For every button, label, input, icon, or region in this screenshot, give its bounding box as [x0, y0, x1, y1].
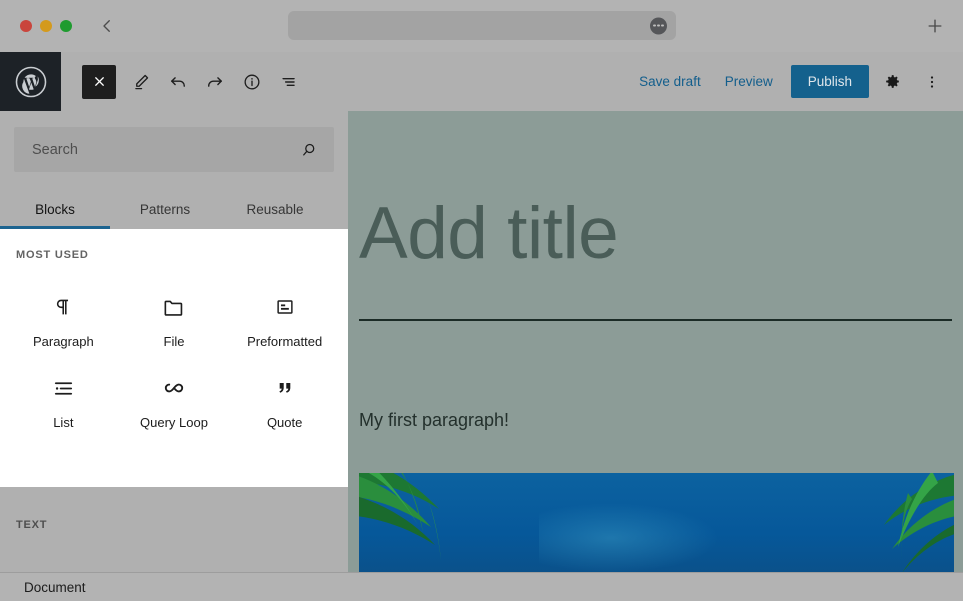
wordpress-block-editor-window: Save draft Preview Publish Add title My … [0, 0, 963, 601]
block-item-label: Paragraph [32, 334, 94, 349]
sea-haze-decoration [539, 503, 719, 573]
block-item-query-loop[interactable]: Query Loop [119, 367, 230, 438]
image-block[interactable] [359, 473, 954, 583]
inserter-tabs: Blocks Patterns Reusable [0, 190, 348, 229]
tab-blocks[interactable]: Blocks [0, 190, 110, 229]
publish-button[interactable]: Publish [790, 65, 869, 98]
block-search-wrapper: Search [0, 111, 348, 172]
paragraph-block[interactable]: My first paragraph! [359, 410, 952, 431]
close-inserter-button[interactable] [82, 64, 116, 99]
search-placeholder: Search [32, 141, 78, 158]
block-item-paragraph[interactable]: Paragraph [8, 286, 119, 357]
block-item-quote[interactable]: Quote [229, 367, 340, 438]
loop-icon [162, 375, 186, 401]
browser-chrome [0, 0, 963, 52]
redo-icon[interactable] [197, 64, 233, 100]
most-used-section-label: MOST USED [16, 249, 89, 261]
block-item-label: List [53, 415, 74, 430]
palm-tree-right-icon [884, 473, 954, 573]
save-draft-button[interactable]: Save draft [627, 66, 713, 97]
block-grid: Paragraph File Preformatted List Query L… [0, 286, 348, 438]
list-icon [52, 375, 75, 401]
block-item-label: Quote [266, 415, 303, 430]
tab-patterns[interactable]: Patterns [110, 190, 220, 229]
document-breadcrumb[interactable]: Document [24, 580, 86, 595]
search-input[interactable]: Search [14, 127, 334, 172]
pencil-icon[interactable] [123, 64, 159, 100]
new-tab-icon[interactable] [923, 14, 947, 38]
tab-patterns-label: Patterns [139, 202, 191, 217]
block-inserter-panel: Search Blocks Patterns Reusable MOST USE… [0, 111, 348, 601]
tab-blocks-label: Blocks [35, 202, 75, 217]
minimize-window-button[interactable] [40, 20, 52, 32]
zoom-window-button[interactable] [60, 20, 72, 32]
post-canvas[interactable]: Add title My first paragraph! [348, 111, 963, 601]
editor-tool-group [82, 64, 308, 100]
preformatted-icon [274, 294, 296, 320]
wordpress-logo[interactable] [0, 52, 61, 111]
block-item-file[interactable]: File [119, 286, 230, 357]
preview-button[interactable]: Preview [713, 66, 785, 97]
title-divider [359, 319, 952, 321]
undo-icon[interactable] [160, 64, 196, 100]
close-window-button[interactable] [20, 20, 32, 32]
editor-header-toolbar: Save draft Preview Publish [0, 52, 963, 111]
block-item-preformatted[interactable]: Preformatted [229, 286, 340, 357]
block-item-label: Preformatted [247, 334, 323, 349]
text-section-label: TEXT [16, 519, 48, 531]
block-item-label: File [163, 334, 185, 349]
editor-body: Add title My first paragraph! Search Blo… [0, 111, 963, 601]
block-item-list[interactable]: List [8, 367, 119, 438]
tab-reusable[interactable]: Reusable [220, 190, 330, 229]
paragraph-icon [52, 294, 74, 320]
text-category-section: TEXT [0, 487, 348, 577]
folder-icon [162, 294, 185, 320]
editor-status-bar: Document [0, 572, 963, 601]
quote-icon [274, 375, 296, 401]
editor-header-actions: Save draft Preview Publish [627, 65, 963, 99]
palm-tree-left-icon [359, 473, 441, 561]
gear-icon[interactable] [875, 65, 909, 99]
browser-address-bar[interactable] [288, 11, 676, 40]
window-traffic-lights [20, 20, 72, 32]
post-title-input[interactable]: Add title [359, 111, 952, 270]
back-navigation-icon[interactable] [96, 15, 118, 37]
block-list-panel: MOST USED Paragraph File Preformatted Li… [0, 229, 348, 487]
tab-reusable-label: Reusable [246, 202, 304, 217]
info-icon[interactable] [234, 64, 270, 100]
list-view-icon[interactable] [271, 64, 307, 100]
ellipsis-icon[interactable] [650, 17, 667, 34]
block-item-label: Query Loop [140, 415, 208, 430]
search-icon [300, 141, 318, 159]
ellipsis-vertical-icon[interactable] [915, 65, 949, 99]
